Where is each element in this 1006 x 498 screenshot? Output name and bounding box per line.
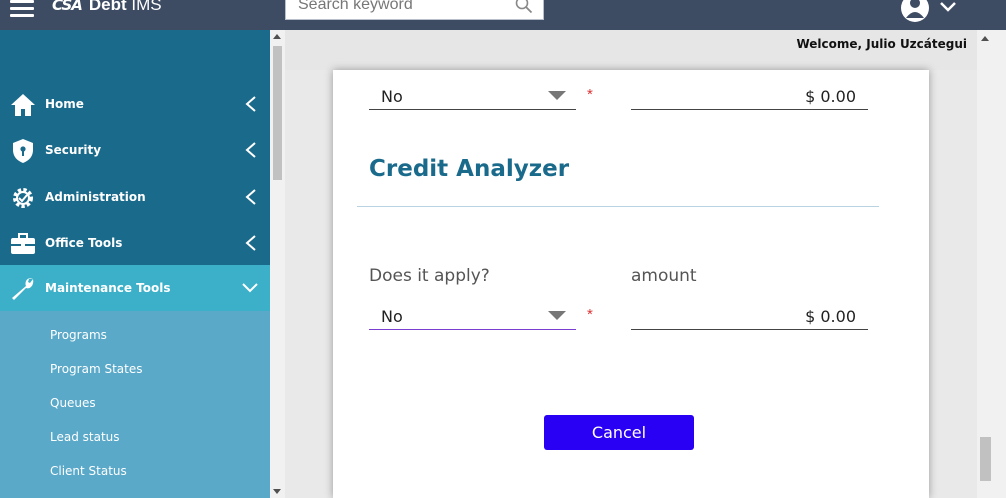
top-select[interactable]: No <box>369 80 576 110</box>
top-bar: CSA Debt IMS <box>0 0 1006 30</box>
divider <box>357 206 879 207</box>
sidebar-item-maintenance-tools[interactable]: Maintenance Tools <box>0 265 270 311</box>
submenu-item-program-states[interactable]: Program States <box>50 362 142 376</box>
dropdown-arrow-icon <box>548 91 566 100</box>
search-icon[interactable] <box>515 0 533 14</box>
form-card: No * $ 0.00 Credit Analyzer Does it appl… <box>333 70 929 498</box>
user-avatar-icon[interactable] <box>900 0 930 22</box>
chevron-left-icon <box>245 142 256 158</box>
required-mark: * <box>587 86 593 103</box>
amount-label: amount <box>631 266 697 286</box>
search-box <box>285 0 544 20</box>
amount-value: $ 0.00 <box>805 307 856 326</box>
page-scrollbar[interactable] <box>994 30 1006 498</box>
scroll-up-icon[interactable] <box>273 34 281 39</box>
submenu-item-programs[interactable]: Programs <box>50 328 107 342</box>
required-mark: * <box>587 306 593 323</box>
chevron-left-icon <box>245 235 256 251</box>
applies-label: Does it apply? <box>369 266 490 286</box>
wrench-icon <box>12 278 34 300</box>
applies-select-value: No <box>381 307 403 326</box>
maintenance-submenu: Programs Program States Queues Lead stat… <box>0 311 270 498</box>
top-amount-value: $ 0.00 <box>805 87 856 106</box>
logo-mark: CSA <box>52 0 83 14</box>
sidebar-item-security[interactable]: Security <box>0 127 270 173</box>
chevron-down-icon[interactable] <box>938 0 958 14</box>
main-scrollbar[interactable] <box>977 30 994 498</box>
home-icon <box>11 94 35 116</box>
sidebar-item-label: Administration <box>45 190 146 204</box>
sidebar-item-home[interactable]: Home <box>0 81 270 127</box>
chevron-left-icon <box>245 189 256 205</box>
sidebar-item-office-tools[interactable]: Office Tools <box>0 220 270 266</box>
top-amount-field[interactable]: $ 0.00 <box>631 80 868 110</box>
chevron-down-icon <box>242 283 258 293</box>
welcome-text: Welcome, Julio Uzcátegui <box>796 37 967 51</box>
sidebar: Home Security Administration Office Tool… <box>0 30 270 498</box>
applies-select[interactable]: No <box>369 300 576 330</box>
sidebar-item-label: Maintenance Tools <box>45 281 171 295</box>
main-scroll-thumb[interactable] <box>980 437 991 481</box>
main-content: No * $ 0.00 Credit Analyzer Does it appl… <box>285 70 977 498</box>
briefcase-icon <box>11 233 35 254</box>
sidebar-item-label: Office Tools <box>45 236 123 250</box>
menu-icon[interactable] <box>10 0 34 17</box>
section-title: Credit Analyzer <box>369 156 570 182</box>
search-input[interactable] <box>298 0 508 16</box>
scroll-down-icon[interactable] <box>273 489 281 494</box>
sidebar-scrollbar[interactable] <box>270 30 285 498</box>
welcome-bar: Welcome, Julio Uzcátegui <box>285 30 977 70</box>
scroll-up-icon[interactable] <box>981 36 989 41</box>
sidebar-scroll-thumb[interactable] <box>273 46 282 180</box>
sidebar-item-administration[interactable]: Administration <box>0 174 270 220</box>
shield-icon <box>13 139 33 163</box>
sidebar-item-label: Security <box>45 143 102 157</box>
amount-field[interactable]: $ 0.00 <box>631 300 868 330</box>
chevron-left-icon <box>245 96 256 112</box>
submenu-item-client-status[interactable]: Client Status <box>50 464 127 478</box>
app-name: Debt IMS <box>88 0 162 14</box>
cancel-button[interactable]: Cancel <box>544 415 694 450</box>
submenu-item-queues[interactable]: Queues <box>50 396 96 410</box>
sidebar-item-label: Home <box>45 97 84 111</box>
gear-icon <box>13 188 33 208</box>
top-select-value: No <box>381 87 403 106</box>
dropdown-arrow-icon <box>548 311 566 320</box>
submenu-item-lead-status[interactable]: Lead status <box>50 430 120 444</box>
app-logo[interactable]: CSA Debt IMS <box>52 0 162 15</box>
